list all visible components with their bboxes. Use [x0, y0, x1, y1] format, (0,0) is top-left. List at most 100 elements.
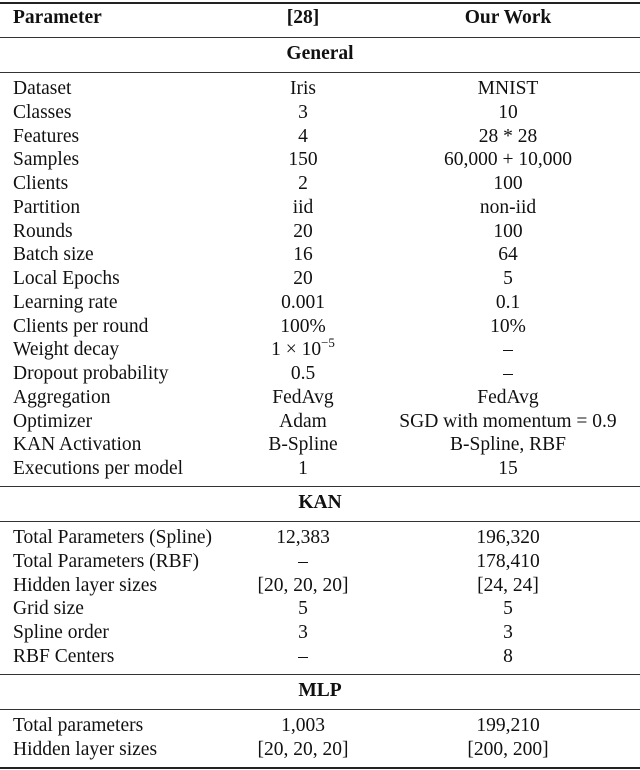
cell-reference-text: 3: [298, 101, 308, 123]
cell-our-work: MNIST: [477, 78, 539, 99]
cell-parameter: Executions per model: [13, 458, 184, 479]
section-rule: [0, 521, 640, 523]
cell-our-work: 0.1: [495, 291, 521, 313]
cell-reference-text: 0.5: [290, 363, 316, 384]
table-row: Total Parameters (Spline) 12,383 196,320: [0, 526, 640, 550]
cell-our-work: 64: [498, 244, 518, 266]
cell-reference: iid: [203, 196, 403, 220]
cell-reference-text: 0.001: [281, 291, 325, 313]
cell-reference: Iris: [203, 77, 403, 101]
cell-our-work: [24, 24]: [477, 574, 539, 596]
cell-our-work: non-iid: [479, 196, 537, 218]
top-rule: [0, 2, 640, 4]
cell-reference: 100%: [203, 315, 403, 339]
cell-reference-text: iid: [292, 196, 314, 218]
cell-reference-text: –: [298, 646, 308, 667]
cell-reference-text: 12,383: [276, 527, 330, 548]
table-row: Samples 150 60,000 + 10,000: [0, 148, 640, 172]
table-row: Classes 3 10: [0, 101, 640, 125]
cell-reference-text: 1,003: [281, 715, 325, 736]
table-row: Features 4 28 * 28: [0, 125, 640, 149]
cell-reference-text: 100%: [280, 315, 326, 337]
cell-parameter: Hidden layer sizes: [13, 738, 158, 760]
cell-reference: 20: [203, 220, 403, 244]
cell-reference: 20: [203, 267, 403, 291]
table-row: Dataset Iris MNIST: [0, 77, 640, 101]
cell-our-work: 5: [503, 268, 513, 289]
table-row: Weight decay 1 × 10−5 –: [0, 336, 640, 362]
cell-reference-text: 2: [298, 173, 308, 194]
cell-reference-text: 1: [298, 458, 308, 479]
cell-parameter: Batch size: [13, 244, 94, 266]
cell-reference-text: 5: [298, 598, 308, 620]
cell-reference-text: 3: [298, 622, 308, 644]
cell-parameter: Hidden layer sizes: [13, 574, 158, 596]
section-title-mlp: MLP: [298, 680, 342, 701]
table-row: Executions per model 1 15: [0, 457, 640, 481]
section-rule: [0, 72, 640, 74]
cell-reference: 12,383: [203, 526, 403, 550]
cell-reference: 2: [203, 172, 403, 196]
table-row: Clients per round 100% 10%: [0, 315, 640, 339]
cell-reference: –: [203, 550, 403, 574]
cell-reference-text: –: [298, 550, 308, 572]
cell-parameter: Total parameters: [13, 715, 144, 736]
cell-reference: FedAvg: [203, 386, 403, 410]
cell-reference-text: 20: [293, 268, 313, 289]
header-parameter: Parameter: [13, 7, 102, 28]
cell-parameter: Classes: [13, 101, 72, 123]
cell-reference: 5: [203, 597, 403, 621]
table-row: Aggregation FedAvg FedAvg: [0, 386, 640, 410]
section-title-general: General: [286, 43, 354, 64]
cell-our-work: 3: [503, 622, 513, 644]
table-header: Parameter [28] Our Work: [0, 6, 640, 30]
cell-parameter: RBF Centers: [13, 646, 115, 667]
cell-our-work: 10%: [490, 315, 526, 337]
section-rule: [0, 486, 640, 488]
table-row: Spline order 3 3: [0, 621, 640, 645]
cell-reference-text: B-Spline: [268, 434, 338, 456]
cell-parameter: Grid size: [13, 598, 84, 620]
header-rule: [0, 37, 640, 39]
table-row: Total Parameters (RBF) – 178,410: [0, 550, 640, 574]
cell-reference: –: [203, 645, 403, 669]
table-row: Rounds 20 100: [0, 220, 640, 244]
cell-parameter: Clients: [13, 173, 69, 194]
table-row: Partition iid non-iid: [0, 196, 640, 220]
cell-parameter: Dropout probability: [13, 363, 169, 384]
cell-reference-text: [20, 20, 20]: [257, 574, 349, 596]
cell-our-work: FedAvg: [477, 386, 539, 408]
table-row: Dropout probability 0.5 –: [0, 362, 640, 386]
table-row: RBF Centers – 8: [0, 645, 640, 669]
cell-parameter: Samples: [13, 149, 80, 171]
table-row: Hidden layer sizes [20, 20, 20] [24, 24]: [0, 574, 640, 598]
cell-parameter: Total Parameters (RBF): [13, 550, 200, 572]
table-row: Local Epochs 20 5: [0, 267, 640, 291]
cell-our-work: 100: [493, 220, 523, 242]
table-row: KAN Activation B-Spline B-Spline, RBF: [0, 433, 640, 457]
cell-our-work: 10: [498, 101, 518, 123]
cell-our-work: 5: [503, 598, 513, 620]
cell-reference-text: 150: [288, 149, 318, 171]
cell-reference: 0.001: [203, 291, 403, 315]
cell-our-work: 178,410: [476, 550, 540, 572]
cell-parameter: Optimizer: [13, 410, 93, 432]
cell-our-work: 8: [503, 646, 513, 667]
cell-reference: 150: [203, 148, 403, 172]
cell-reference: [20, 20, 20]: [203, 574, 403, 598]
cell-our-work: B-Spline, RBF: [450, 434, 566, 456]
table-row: Batch size 16 64: [0, 243, 640, 267]
bottom-rule: [0, 767, 640, 769]
cell-reference: 1 × 10−5: [203, 336, 403, 362]
header-our-work: Our Work: [464, 7, 552, 28]
cell-reference: Adam: [203, 410, 403, 434]
table-row: Grid size 5 5: [0, 597, 640, 621]
header-reference: [28]: [286, 7, 320, 28]
cell-reference: 1: [203, 457, 403, 481]
cell-our-work: –: [503, 339, 513, 361]
cell-reference-text: 16: [293, 244, 313, 266]
cell-parameter: Spline order: [13, 622, 109, 644]
cell-parameter: Total Parameters (Spline): [13, 527, 212, 548]
cell-parameter: Rounds: [13, 220, 73, 242]
table-row: Total parameters 1,003 199,210: [0, 714, 640, 738]
